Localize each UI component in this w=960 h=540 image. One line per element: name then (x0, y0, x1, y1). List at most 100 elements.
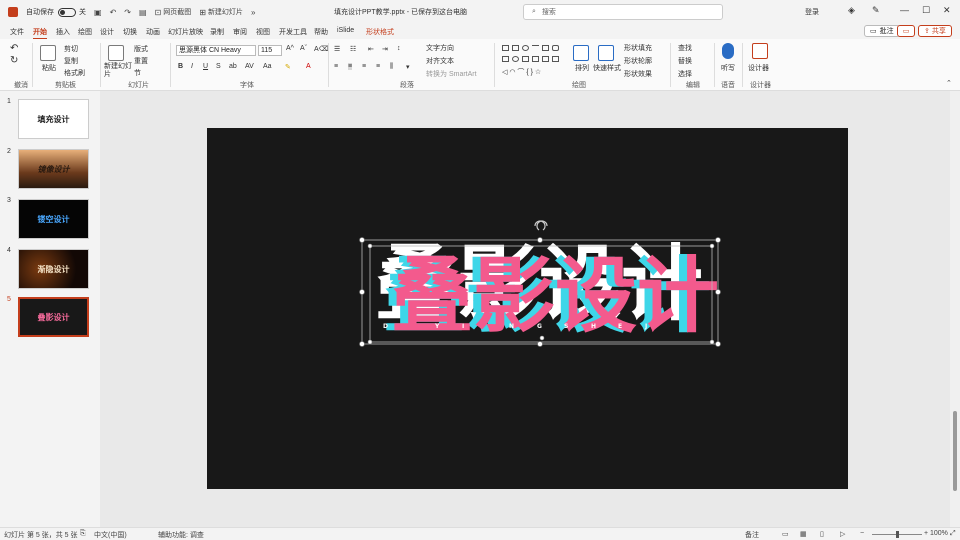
quick-styles-icon[interactable] (598, 45, 614, 61)
handle-mr[interactable] (715, 289, 721, 295)
strikethrough-icon[interactable]: ab (229, 63, 237, 70)
language-indicator[interactable]: 中文(中国) (94, 530, 127, 540)
bullets-icon[interactable]: ☰ (334, 45, 340, 53)
slide-thumb-4[interactable]: 渐隐设计 (18, 249, 89, 289)
fit-slide-icon[interactable]: ⤢ (950, 530, 956, 538)
handle-tr[interactable] (715, 237, 721, 243)
paste-icon[interactable] (40, 45, 56, 61)
tab-record[interactable]: 录制 (210, 27, 224, 37)
font-size-select[interactable]: 115 (258, 45, 282, 56)
current-slide[interactable]: 叠影设计 叠影设计 叠影设计 D Y I N G S H E J (207, 128, 848, 489)
copy-button[interactable]: 复制 (64, 56, 78, 66)
login-link[interactable]: 登录 (805, 7, 819, 17)
section-button[interactable]: 节 (134, 68, 141, 78)
shape-brackets-icon[interactable]: ◁ ◠ ⌒ { } ☆ (502, 67, 541, 77)
tab-developer[interactable]: 开发工具 (279, 27, 307, 37)
shape-triangle[interactable] (522, 56, 529, 62)
zoom-slider-thumb[interactable] (896, 531, 899, 538)
microphone-icon[interactable] (722, 43, 734, 59)
spellcheck-icon[interactable]: ⎘ (80, 530, 86, 538)
align-right-icon[interactable]: ≡ (362, 63, 366, 70)
arrange-button[interactable]: 排列 (575, 63, 589, 73)
shape-oval[interactable] (522, 45, 529, 51)
shrink-font-icon[interactable]: Aˇ (300, 45, 307, 52)
redo-button-icon[interactable]: ↻ (10, 55, 18, 66)
italic-icon[interactable]: I (191, 63, 193, 70)
tab-insert[interactable]: 插入 (56, 27, 70, 37)
spacing-icon[interactable]: AV (245, 63, 254, 70)
tab-shape-format[interactable]: 形状格式 (366, 27, 394, 37)
handle-inner-bl[interactable] (367, 339, 373, 345)
slide-thumb-3[interactable]: 镂空设计 (18, 199, 89, 239)
new-slide-icon-ribbon[interactable] (108, 45, 124, 61)
align-left-icon[interactable]: ≡ (334, 63, 338, 70)
para-more-icon[interactable]: ▾ (406, 63, 410, 71)
find-button[interactable]: 查找 (678, 43, 692, 53)
bold-icon[interactable]: B (178, 63, 183, 70)
search-input[interactable]: ⌕ 搜索 (523, 4, 723, 20)
handle-br[interactable] (715, 341, 721, 347)
dictate-button[interactable]: 听写 (721, 63, 735, 73)
shape-block[interactable] (542, 56, 549, 62)
handle-inner-bc[interactable] (539, 335, 545, 341)
handle-ml[interactable] (359, 289, 365, 295)
shape-rounded[interactable] (552, 45, 559, 51)
tab-file[interactable]: 文件 (10, 27, 24, 37)
arrange-icon[interactable] (573, 45, 589, 61)
normal-view-icon[interactable]: ▭ (782, 530, 789, 538)
clear-format-icon[interactable]: A⌫ (314, 45, 329, 53)
zoom-out-icon[interactable]: − (860, 530, 864, 537)
minimize-icon[interactable]: — (900, 5, 909, 15)
shape-line[interactable] (532, 45, 539, 51)
tab-draw[interactable]: 绘图 (78, 27, 92, 37)
reset-button[interactable]: 重置 (134, 56, 148, 66)
title-layer-pink[interactable]: 叠影设计 (391, 249, 719, 344)
tab-view[interactable]: 视图 (256, 27, 270, 37)
tab-design[interactable]: 设计 (100, 27, 114, 37)
shape-cylinder[interactable] (552, 56, 559, 62)
accessibility-status[interactable]: 辅助功能: 调查 (158, 530, 204, 540)
undo-button-icon[interactable]: ↶ (10, 43, 18, 54)
outdent-icon[interactable]: ⇥ (382, 45, 388, 53)
autosave-toggle[interactable] (58, 7, 76, 17)
case-icon[interactable]: Aa (263, 63, 272, 70)
designer-button[interactable]: 设计器 (748, 63, 769, 73)
slide-thumb-1[interactable]: 填充设计 (18, 99, 89, 139)
zoom-in-icon[interactable]: + (924, 530, 928, 537)
share-button[interactable]: ⇪ 共享 (918, 25, 952, 37)
paste-button[interactable]: 粘贴 (42, 63, 56, 73)
comment-button[interactable]: ▭ 批注 (864, 25, 900, 37)
sorter-view-icon[interactable]: ▦ (800, 530, 807, 538)
copilot-icon[interactable]: ◈ (848, 5, 855, 16)
layout-button[interactable]: 版式 (134, 44, 148, 54)
shape-text[interactable] (502, 56, 509, 62)
highlight-icon[interactable]: ✎ (285, 63, 291, 71)
justify-icon[interactable]: ≡ (376, 63, 380, 70)
tab-islide[interactable]: iSlide (337, 27, 354, 34)
select-button[interactable]: 选择 (678, 69, 692, 79)
undo-icon[interactable]: ↶ (110, 8, 117, 17)
numbering-icon[interactable]: ☷ (350, 45, 356, 53)
shape-effects-button[interactable]: 形状效果 (624, 69, 652, 79)
shape-rect[interactable] (502, 45, 509, 51)
slide-thumb-5[interactable]: 叠影设计 (18, 297, 89, 337)
format-painter-button[interactable]: 格式刷 (64, 68, 85, 78)
shape-rect-2[interactable] (512, 45, 519, 51)
tab-review[interactable]: 审阅 (233, 27, 247, 37)
designer-icon[interactable] (752, 43, 768, 59)
columns-icon[interactable]: ⫼ (390, 63, 393, 71)
shape-outline-button[interactable]: 形状轮廓 (624, 56, 652, 66)
tab-animations[interactable]: 动画 (146, 27, 160, 37)
zoom-level[interactable]: 100% (930, 530, 948, 537)
quick-access-newslide[interactable]: 新建幻灯片 (208, 7, 243, 17)
save-icon[interactable]: ▣ (94, 8, 102, 17)
handle-bl[interactable] (359, 341, 365, 347)
shape-square[interactable] (542, 45, 549, 51)
new-slide-icon[interactable]: ⊞ (199, 8, 206, 17)
align-text-button[interactable]: 对齐文本 (426, 56, 454, 66)
shape-circle[interactable] (512, 56, 519, 62)
handle-tl[interactable] (359, 237, 365, 243)
present-mode-button[interactable]: ▭ (897, 25, 915, 37)
collapse-ribbon-icon[interactable]: ⌃ (946, 79, 952, 87)
slide-thumb-2[interactable]: 镜像设计 (18, 149, 89, 189)
